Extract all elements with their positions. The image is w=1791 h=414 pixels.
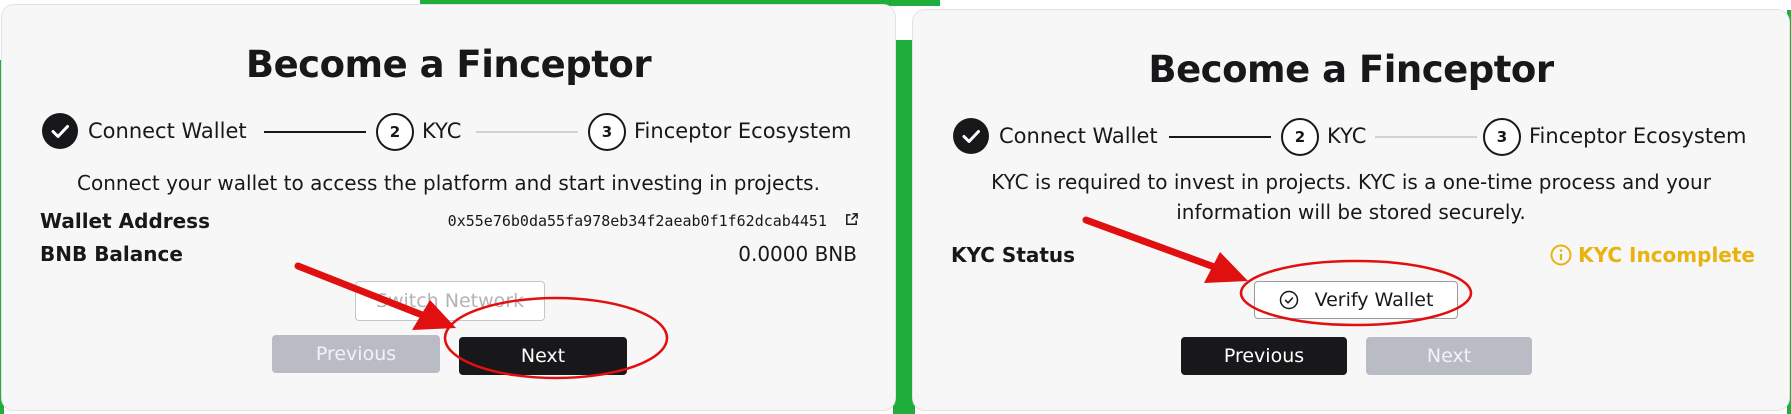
external-link-icon[interactable]	[844, 212, 859, 227]
bnb-balance-value: 0.0000 BNB	[738, 242, 857, 266]
check-icon	[51, 125, 69, 138]
step-connector-1	[264, 131, 366, 133]
verify-wallet-button[interactable]: Verify Wallet	[1254, 281, 1458, 319]
step-1-label: Connect Wallet	[999, 124, 1158, 148]
wallet-address-label: Wallet Address	[40, 209, 210, 233]
kyc-description-line-2: information will be stored securely.	[1176, 200, 1526, 224]
step-1-label: Connect Wallet	[88, 119, 247, 143]
step-connector-1	[1169, 136, 1271, 138]
connect-wallet-description: Connect your wallet to access the platfo…	[77, 171, 820, 195]
stepper: Connect Wallet 2 KYC 3 Finceptor Ecosyst…	[40, 113, 860, 153]
onboarding-card-kyc: Become a Finceptor Connect Wallet 2 KYC …	[913, 10, 1789, 410]
previous-button[interactable]: Previous	[1181, 337, 1347, 375]
kyc-status-label: KYC Status	[951, 243, 1076, 267]
step-3-label: Finceptor Ecosystem	[634, 119, 852, 143]
kyc-status-value: KYC Incomplete	[1550, 243, 1755, 267]
step-1-complete	[42, 113, 78, 149]
wallet-address-text: 0x55e76b0da55fa978eb34f2aeab0f1f62dcab44…	[447, 212, 827, 230]
page-title: Become a Finceptor	[1148, 48, 1554, 91]
step-2-label: KYC	[1327, 124, 1367, 148]
step-3-number: 3	[588, 113, 626, 151]
previous-button[interactable]: Previous	[272, 335, 440, 373]
step-connector-2	[476, 131, 578, 133]
step-1-complete	[953, 118, 989, 154]
step-2-label: KYC	[422, 119, 462, 143]
check-icon	[962, 130, 980, 143]
bnb-balance-label: BNB Balance	[40, 242, 183, 266]
step-3-number: 3	[1483, 118, 1521, 156]
onboarding-card-connect-wallet: Become a Finceptor Connect Wallet 2 KYC …	[2, 5, 895, 410]
switch-network-button[interactable]: Switch Network	[355, 281, 545, 321]
check-circle-icon	[1279, 290, 1298, 310]
step-connector-2	[1375, 136, 1477, 138]
step-2-number: 2	[376, 113, 414, 151]
next-button[interactable]: Next	[459, 337, 627, 375]
background-green-mid	[893, 40, 915, 414]
kyc-status-text: KYC Incomplete	[1578, 243, 1755, 267]
info-icon	[1550, 244, 1572, 266]
step-3-label: Finceptor Ecosystem	[1529, 124, 1747, 148]
stepper: Connect Wallet 2 KYC 3 Finceptor Ecosyst…	[951, 118, 1771, 158]
kyc-description-line-1: KYC is required to invest in projects. K…	[991, 170, 1711, 194]
step-2-number: 2	[1281, 118, 1319, 156]
verify-wallet-label: Verify Wallet	[1314, 289, 1434, 311]
next-button[interactable]: Next	[1366, 337, 1532, 375]
page-title: Become a Finceptor	[245, 43, 652, 86]
wallet-address-value[interactable]: 0x55e76b0da55fa978eb34f2aeab0f1f62dcab44…	[448, 212, 859, 230]
